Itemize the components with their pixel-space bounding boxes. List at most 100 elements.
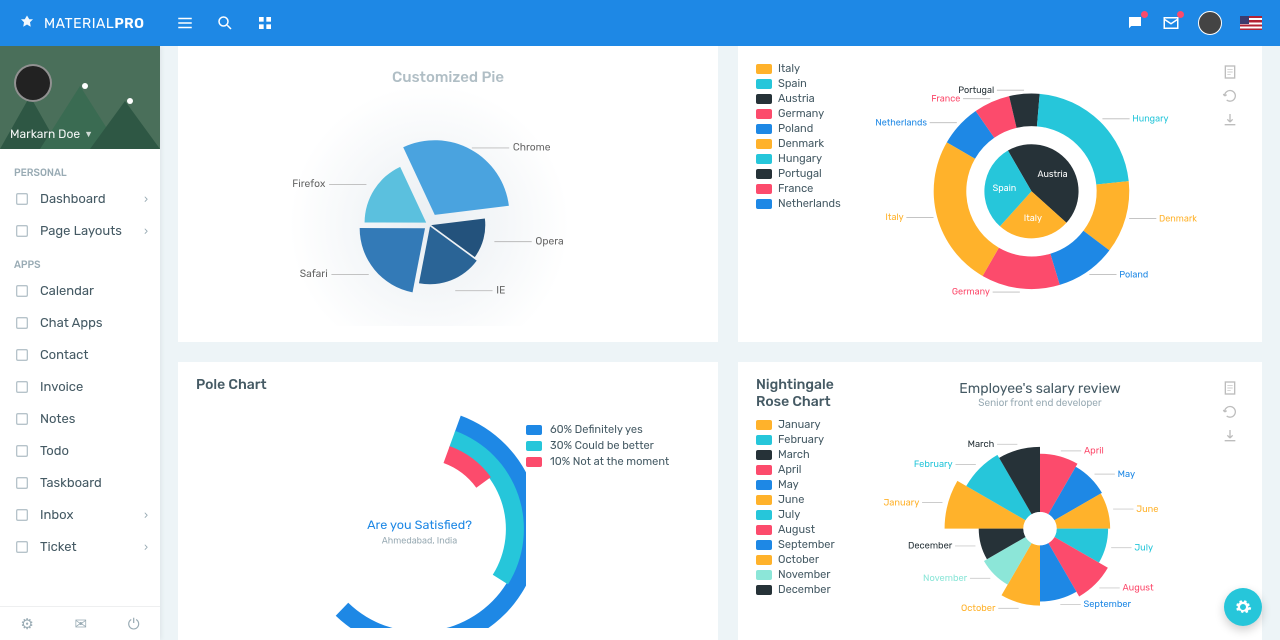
- settings-icon[interactable]: ⚙: [20, 615, 33, 633]
- tool-restore-icon[interactable]: [1222, 88, 1238, 104]
- nav-item-label: Inbox: [40, 508, 73, 523]
- legend-item[interactable]: Italy: [756, 62, 856, 75]
- legend-item[interactable]: August: [756, 523, 864, 536]
- nav-item-label: Notes: [40, 412, 75, 427]
- tool-download-icon[interactable]: [1222, 112, 1238, 128]
- legend-item[interactable]: Spain: [756, 77, 856, 90]
- legend-item[interactable]: October: [756, 553, 864, 566]
- nav-item-invoice[interactable]: Invoice: [0, 371, 160, 403]
- nav-item-chat-apps[interactable]: Chat Apps: [0, 307, 160, 339]
- svg-text:August: August: [1122, 583, 1154, 594]
- tool-restore-icon[interactable]: [1222, 404, 1238, 420]
- pole-chart-body: Pole Chart Are you Satisfied?Ahmedabad, …: [196, 376, 526, 628]
- legend-item[interactable]: Netherlands: [756, 197, 856, 210]
- topbar-left: [160, 14, 274, 32]
- user-avatar[interactable]: [1198, 11, 1222, 35]
- language-flag[interactable]: [1240, 16, 1262, 30]
- gauge-icon: [14, 191, 30, 207]
- file-icon: [14, 379, 30, 395]
- legend-item[interactable]: Hungary: [756, 152, 856, 165]
- svg-text:Portugal: Portugal: [958, 86, 994, 96]
- list-icon: [14, 443, 30, 459]
- profile-avatar[interactable]: [14, 64, 52, 102]
- chart-toolbox: [1216, 60, 1244, 328]
- mail-footer-icon[interactable]: ✉: [74, 615, 87, 633]
- main: Customized Pie ChromeOperaIESafariFirefo…: [160, 46, 1280, 640]
- nav-item-ticket[interactable]: Ticket ›: [0, 531, 160, 563]
- profile-name[interactable]: Markarn Doe▼: [10, 127, 93, 141]
- pole-chart-title: Pole Chart: [196, 376, 267, 393]
- chevron-right-icon: ›: [144, 225, 148, 238]
- nav-item-dashboard[interactable]: Dashboard ›: [0, 183, 160, 215]
- legend-item[interactable]: Portugal: [756, 167, 856, 180]
- legend-item[interactable]: November: [756, 568, 864, 581]
- legend-item[interactable]: June: [756, 493, 864, 506]
- nav-item-label: Calendar: [40, 284, 94, 299]
- svg-text:Spain: Spain: [993, 184, 1017, 194]
- calendar-icon: [14, 283, 30, 299]
- legend-item[interactable]: Germany: [756, 107, 856, 120]
- card-rose-chart: Nightingale Rose Chart January February Ma…: [738, 362, 1262, 640]
- board-icon: [14, 475, 30, 491]
- nav-section-title: APPS: [0, 247, 160, 275]
- nav-item-contact[interactable]: Contact: [0, 339, 160, 371]
- nav-item-inbox[interactable]: Inbox ›: [0, 499, 160, 531]
- nav-item-label: Contact: [40, 348, 88, 363]
- search-icon[interactable]: [216, 14, 234, 32]
- legend-item[interactable]: July: [756, 508, 864, 521]
- nested-legend: Italy Spain Austria Germany Poland Denmark Hun…: [756, 60, 856, 328]
- nav-item-label: Page Layouts: [40, 224, 122, 239]
- nav-item-calendar[interactable]: Calendar: [0, 275, 160, 307]
- svg-text:Italy: Italy: [1024, 214, 1042, 224]
- legend-item[interactable]: Denmark: [756, 137, 856, 150]
- legend-item[interactable]: February: [756, 433, 864, 446]
- rose-legend: January February March April May June July Augu…: [756, 418, 864, 596]
- svg-text:Austria: Austria: [1037, 170, 1067, 180]
- customized-pie-title: Customized Pie: [196, 68, 700, 86]
- svg-text:Firefox: Firefox: [292, 177, 326, 190]
- legend-item[interactable]: December: [756, 583, 864, 596]
- legend-item[interactable]: Austria: [756, 92, 856, 105]
- svg-text:IE: IE: [496, 284, 505, 297]
- power-icon[interactable]: ⏻: [128, 615, 140, 633]
- tool-data-view-icon[interactable]: [1222, 64, 1238, 80]
- card-customized-pie: Customized Pie ChromeOperaIESafariFirefo…: [178, 46, 718, 342]
- legend-item[interactable]: 30% Could be better: [526, 439, 700, 452]
- rose-left-col: Nightingale Rose Chart January February Ma…: [756, 376, 864, 628]
- menu-toggle-icon[interactable]: [176, 14, 194, 32]
- svg-text:December: December: [908, 541, 953, 552]
- note-icon: [14, 411, 30, 427]
- nav-item-page-layouts[interactable]: Page Layouts ›: [0, 215, 160, 247]
- card-pole-chart: Pole Chart Are you Satisfied?Ahmedabad, …: [178, 362, 718, 640]
- legend-item[interactable]: 10% Not at the moment: [526, 455, 700, 468]
- tool-data-view-icon[interactable]: [1222, 380, 1238, 396]
- nav-item-taskboard[interactable]: Taskboard: [0, 467, 160, 499]
- legend-item[interactable]: Poland: [756, 122, 856, 135]
- svg-text:Safari: Safari: [300, 267, 328, 280]
- legend-item[interactable]: March: [756, 448, 864, 461]
- legend-item[interactable]: April: [756, 463, 864, 476]
- brand[interactable]: MATERIALPRO: [0, 14, 160, 32]
- svg-text:Italy: Italy: [885, 213, 903, 223]
- nav-item-todo[interactable]: Todo: [0, 435, 160, 467]
- rose-chart-title: Nightingale Rose Chart: [756, 376, 864, 410]
- svg-text:Hungary: Hungary: [1132, 115, 1168, 125]
- legend-item[interactable]: 60% Definitely yes: [526, 423, 700, 436]
- grid-icon[interactable]: [256, 14, 274, 32]
- pole-legend: 60% Definitely yes 30% Could be better 10%…: [526, 376, 700, 628]
- topbar-right: [1126, 11, 1280, 35]
- sidebar: Markarn Doe▼ PERSONAL Dashboard › Page L…: [0, 46, 160, 640]
- legend-item[interactable]: January: [756, 418, 864, 431]
- messages-icon[interactable]: [1126, 14, 1144, 32]
- nav-section-title: PERSONAL: [0, 155, 160, 183]
- nav-item-notes[interactable]: Notes: [0, 403, 160, 435]
- nav-item-label: Chat Apps: [40, 316, 102, 331]
- nav-item-label: Dashboard: [40, 192, 106, 207]
- svg-text:April: April: [1084, 446, 1104, 457]
- legend-item[interactable]: May: [756, 478, 864, 491]
- tool-download-icon[interactable]: [1222, 428, 1238, 444]
- legend-item[interactable]: September: [756, 538, 864, 551]
- fab-settings[interactable]: [1224, 588, 1262, 626]
- mail-icon[interactable]: [1162, 14, 1180, 32]
- legend-item[interactable]: France: [756, 182, 856, 195]
